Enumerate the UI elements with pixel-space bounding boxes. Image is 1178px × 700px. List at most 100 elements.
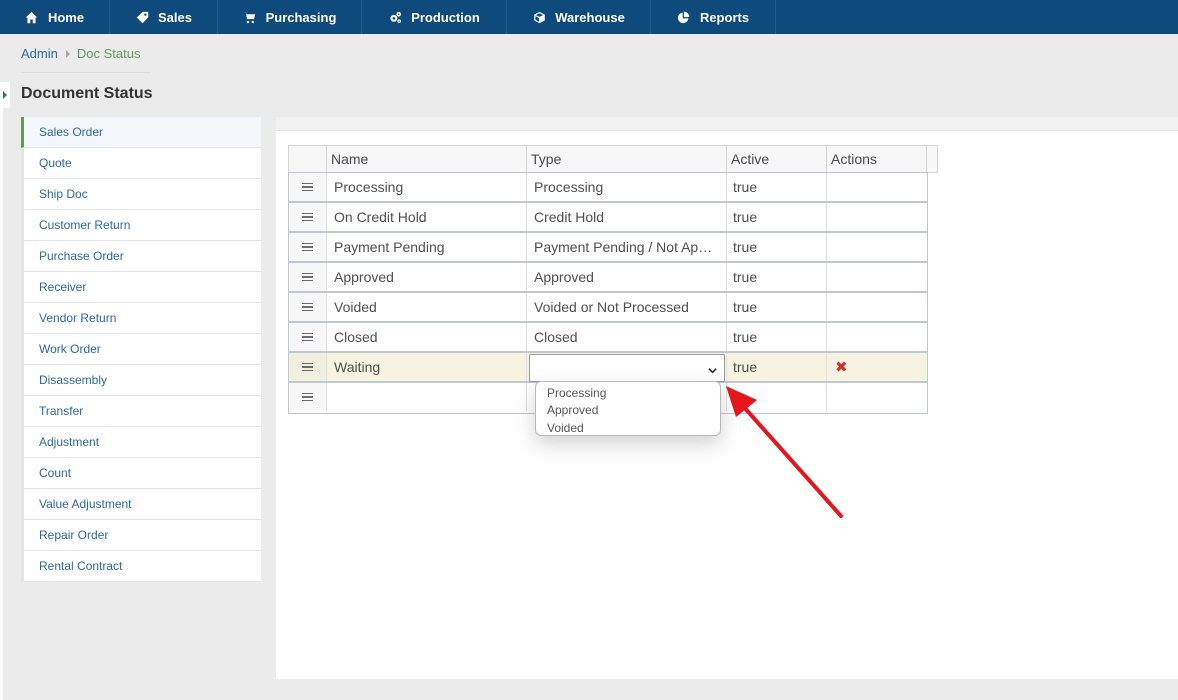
nav-home-label: Home (47, 9, 85, 25)
row-actions (827, 173, 927, 201)
row-name[interactable] (327, 383, 527, 411)
sidebar-item-sales-order[interactable]: Sales Order (21, 117, 261, 148)
delete-icon[interactable]: ✖ (835, 358, 848, 376)
cart-icon (243, 10, 257, 24)
row-active[interactable]: true (727, 173, 827, 201)
row-active[interactable]: true (727, 263, 827, 291)
tag-icon (135, 10, 149, 24)
drag-handle-icon[interactable] (289, 263, 327, 291)
nav-purchasing-label: Purchasing (265, 9, 337, 25)
chevron-down-icon (708, 362, 717, 374)
breadcrumb-admin-link[interactable]: Admin (21, 46, 58, 61)
drag-handle-icon[interactable] (289, 323, 327, 351)
sidebar-item-repair-order[interactable]: Repair Order (21, 520, 261, 551)
table-row[interactable]: Payment Pending Payment Pending / Not Ap… (289, 233, 927, 263)
header-name[interactable]: Name (327, 146, 527, 172)
drag-handle-icon[interactable] (289, 293, 327, 321)
breadcrumb-divider (21, 72, 151, 73)
nav-home[interactable]: Home (0, 0, 110, 34)
row-active[interactable]: true (727, 293, 827, 321)
type-select-chevron-wrap (529, 354, 725, 382)
home-icon (25, 10, 39, 24)
row-name[interactable]: On Credit Hold (327, 203, 527, 231)
drag-handle-icon[interactable] (289, 353, 327, 381)
sidebar-item-transfer[interactable]: Transfer (21, 396, 261, 427)
row-name[interactable]: Closed (327, 323, 527, 351)
sidebar-item-ship-doc[interactable]: Ship Doc (21, 179, 261, 210)
sidebar-item-value-adjustment[interactable]: Value Adjustment (21, 489, 261, 520)
row-type[interactable]: Credit Hold (527, 203, 727, 231)
table-row[interactable]: Closed Closed true (289, 323, 927, 353)
type-option-approved[interactable]: Approved (536, 402, 720, 420)
row-actions (827, 293, 927, 321)
type-dropdown-menu: Processing Approved Voided (535, 381, 721, 436)
sidebar-item-disassembly[interactable]: Disassembly (21, 365, 261, 396)
page-title: Document Status (21, 85, 153, 102)
row-type[interactable]: Closed (527, 323, 727, 351)
table-row[interactable]: On Credit Hold Credit Hold true (289, 203, 927, 233)
drag-handle-icon[interactable] (289, 233, 327, 261)
top-navbar: Home Sales Purchasing Production Warehou… (0, 0, 1178, 34)
header-active[interactable]: Active (727, 146, 827, 172)
table-row[interactable]: Voided Voided or Not Processed true (289, 293, 927, 323)
table-row[interactable]: Processing Processing true (289, 173, 927, 203)
type-option-processing[interactable]: Processing (536, 384, 720, 402)
caret-right-icon (3, 91, 7, 99)
breadcrumb-separator-icon (65, 49, 70, 58)
nav-production-label: Production (411, 9, 480, 25)
cube-icon (532, 10, 546, 24)
sidebar-item-work-order[interactable]: Work Order (21, 334, 261, 365)
grid-header: Name Type Active Actions (288, 145, 938, 173)
sidebar-item-rental-contract[interactable]: Rental Contract (21, 551, 261, 582)
drag-handle-icon[interactable] (289, 173, 327, 201)
drag-handle-icon[interactable] (289, 203, 327, 231)
header-type[interactable]: Type (527, 146, 727, 172)
nav-production[interactable]: Production (362, 0, 507, 34)
sidebar-item-adjustment[interactable]: Adjustment (21, 427, 261, 458)
row-type[interactable]: Processing (527, 173, 727, 201)
row-name[interactable]: Approved (327, 263, 527, 291)
row-type[interactable]: Approved (527, 263, 727, 291)
sidebar-item-quote[interactable]: Quote (21, 148, 261, 179)
row-name[interactable]: Voided (327, 293, 527, 321)
row-actions (827, 383, 927, 411)
row-actions (827, 233, 927, 261)
nav-purchasing[interactable]: Purchasing (218, 0, 362, 34)
row-actions (827, 203, 927, 231)
row-active[interactable]: true (727, 203, 827, 231)
row-active[interactable]: true (727, 233, 827, 261)
nav-warehouse[interactable]: Warehouse (507, 0, 651, 34)
nav-reports[interactable]: Reports (651, 0, 776, 34)
row-active[interactable] (727, 383, 827, 411)
sidebar-item-count[interactable]: Count (21, 458, 261, 489)
header-handle-cell (289, 146, 327, 172)
content-toolbar-strip (276, 117, 1178, 131)
nav-warehouse-label: Warehouse (555, 9, 625, 25)
row-type[interactable]: Voided or Not Processed (527, 293, 727, 321)
breadcrumb-current: Doc Status (76, 46, 141, 61)
table-row[interactable]: Approved Approved true (289, 263, 927, 293)
left-edge-strip (0, 108, 3, 700)
nav-reports-label: Reports (699, 9, 750, 25)
row-actions (827, 263, 927, 291)
breadcrumb: Admin Doc Status (21, 46, 140, 61)
header-actions: Actions (827, 146, 927, 172)
sidebar-item-receiver[interactable]: Receiver (21, 272, 261, 303)
sidebar-item-customer-return[interactable]: Customer Return (21, 210, 261, 241)
row-name[interactable]: Processing (327, 173, 527, 201)
pie-chart-icon (677, 10, 691, 24)
doc-type-list: Sales Order Quote Ship Doc Customer Retu… (21, 117, 261, 582)
drag-handle-icon[interactable] (289, 383, 327, 411)
row-actions (827, 323, 927, 351)
row-name[interactable]: Payment Pending (327, 233, 527, 261)
nav-sales[interactable]: Sales (110, 0, 218, 34)
sidebar-item-vendor-return[interactable]: Vendor Return (21, 303, 261, 334)
row-active[interactable]: true (727, 323, 827, 351)
nav-sales-label: Sales (158, 9, 192, 25)
type-option-voided[interactable]: Voided (536, 419, 720, 437)
row-type[interactable]: Payment Pending / Not Ap… (527, 233, 727, 261)
row-name-input[interactable]: Waiting (327, 353, 527, 381)
sidebar-item-purchase-order[interactable]: Purchase Order (21, 241, 261, 272)
row-active[interactable]: true (727, 353, 827, 381)
sidebar-toggle-button[interactable] (0, 82, 10, 108)
